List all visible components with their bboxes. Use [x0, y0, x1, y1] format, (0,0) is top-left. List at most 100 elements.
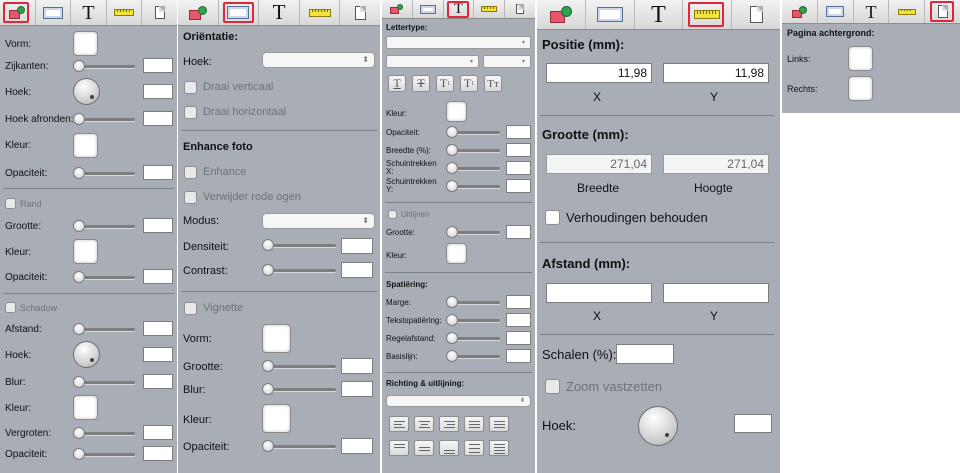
right-color-well[interactable]	[848, 76, 873, 101]
distance-x-field[interactable]	[546, 283, 652, 303]
align-justify-button[interactable]	[464, 416, 484, 432]
tab-image[interactable]	[36, 0, 72, 25]
skew-y-slider[interactable]	[446, 180, 500, 192]
valign-top-button[interactable]	[389, 440, 409, 456]
skew-x-slider[interactable]	[446, 162, 500, 174]
shadow-opacity-field[interactable]	[143, 446, 173, 461]
position-x-field[interactable]: 11,98	[546, 63, 652, 83]
angle-field[interactable]	[734, 414, 772, 433]
shadow-distance-field[interactable]	[143, 321, 173, 336]
border-color-well[interactable]	[73, 239, 98, 264]
vignette-size-slider[interactable]	[262, 360, 336, 372]
position-y-field[interactable]: 11,98	[663, 63, 769, 83]
tab-text[interactable]: T	[854, 0, 890, 23]
tab-position[interactable]	[300, 0, 341, 25]
border-size-field[interactable]	[143, 218, 173, 233]
tab-text[interactable]: T	[444, 0, 475, 18]
tab-image[interactable]	[413, 0, 444, 18]
keep-ratio-checkbox[interactable]	[545, 210, 560, 225]
text-style-button[interactable]: T	[388, 75, 406, 92]
shadow-opacity-slider[interactable]	[73, 448, 135, 460]
tab-text[interactable]: T	[71, 0, 107, 25]
tab-position[interactable]	[889, 0, 926, 23]
tab-image[interactable]	[219, 0, 260, 25]
vignette-opacity-slider[interactable]	[262, 440, 336, 452]
enhance-checkbox[interactable]	[184, 166, 197, 179]
outline-size-field[interactable]	[506, 225, 531, 239]
width-slider[interactable]	[446, 144, 500, 156]
letter-spacing-field[interactable]	[506, 313, 531, 327]
letter-spacing-slider[interactable]	[446, 314, 500, 326]
tab-page[interactable]	[925, 0, 960, 23]
valign-middle-button[interactable]	[414, 440, 434, 456]
tab-shapes[interactable]	[782, 0, 818, 23]
tab-page[interactable]	[732, 0, 780, 29]
flip-horizontal-checkbox[interactable]	[184, 106, 197, 119]
tab-text[interactable]: T	[259, 0, 300, 25]
shadow-angle-dial[interactable]	[73, 341, 100, 368]
vignette-checkbox[interactable]	[184, 302, 197, 315]
outline-size-slider[interactable]	[446, 226, 500, 238]
vignette-blur-field[interactable]	[341, 381, 373, 397]
align-grid-button[interactable]	[489, 416, 509, 432]
shadow-distance-slider[interactable]	[73, 323, 135, 335]
vignette-shape-well[interactable]	[262, 324, 291, 353]
opacity-slider[interactable]	[73, 167, 135, 179]
align-left-button[interactable]	[389, 416, 409, 432]
subscript-button[interactable]: T1	[460, 75, 478, 92]
distance-y-field[interactable]	[663, 283, 769, 303]
width-field[interactable]: 271,04	[546, 154, 652, 174]
left-color-well[interactable]	[848, 46, 873, 71]
density-slider[interactable]	[262, 239, 336, 251]
shadow-expand-slider[interactable]	[73, 427, 135, 439]
line-height-slider[interactable]	[446, 332, 500, 344]
corner-radius-field[interactable]	[143, 111, 173, 126]
valign-fill-button[interactable]	[464, 440, 484, 456]
width-field[interactable]	[506, 143, 531, 157]
flip-vertical-checkbox[interactable]	[184, 81, 197, 94]
tab-shapes[interactable]	[382, 0, 413, 18]
opacity-slider[interactable]	[446, 126, 500, 138]
align-right-button[interactable]	[439, 416, 459, 432]
shadow-expand-field[interactable]	[143, 425, 173, 440]
vignette-color-well[interactable]	[262, 404, 291, 433]
outline-color-well[interactable]	[446, 243, 467, 264]
corner-radius-slider[interactable]	[73, 113, 135, 125]
border-opacity-field[interactable]	[143, 269, 173, 284]
scale-field[interactable]	[616, 344, 674, 364]
shadow-angle-field[interactable]	[143, 347, 173, 362]
sides-field[interactable]	[143, 58, 173, 73]
tab-position[interactable]	[107, 0, 143, 25]
align-center-button[interactable]	[414, 416, 434, 432]
tab-shapes[interactable]	[178, 0, 219, 25]
tab-position[interactable]	[474, 0, 506, 18]
text-color-well[interactable]	[446, 101, 467, 122]
vignette-size-field[interactable]	[341, 358, 373, 374]
color-well[interactable]	[73, 133, 98, 158]
outline-checkbox[interactable]	[388, 210, 397, 219]
shape-well[interactable]	[73, 31, 98, 56]
strikethrough-button[interactable]: T	[412, 75, 430, 92]
skew-x-field[interactable]	[506, 161, 531, 175]
angle-field[interactable]	[143, 84, 173, 99]
height-field[interactable]: 271,04	[663, 154, 769, 174]
tab-shapes[interactable]	[0, 0, 36, 25]
angle-select[interactable]: ⬍	[262, 52, 375, 68]
direction-select[interactable]: ⬍	[386, 395, 531, 407]
tab-image[interactable]	[586, 0, 635, 29]
small-caps-button[interactable]: Tт	[484, 75, 502, 92]
opacity-field[interactable]	[506, 125, 531, 139]
shadow-blur-slider[interactable]	[73, 376, 135, 388]
tab-shapes[interactable]	[537, 0, 586, 29]
skew-y-field[interactable]	[506, 179, 531, 193]
mode-select[interactable]: ⬍	[262, 213, 375, 229]
font-style-select[interactable]: ▾	[386, 55, 479, 68]
tab-position[interactable]	[683, 0, 733, 29]
font-size-select[interactable]: ▾	[483, 55, 531, 68]
lock-zoom-checkbox[interactable]	[545, 379, 560, 394]
tab-page[interactable]	[142, 0, 177, 25]
margin-field[interactable]	[506, 295, 531, 309]
valign-distribute-button[interactable]	[489, 440, 509, 456]
border-size-slider[interactable]	[73, 220, 135, 232]
contrast-slider[interactable]	[262, 264, 336, 276]
